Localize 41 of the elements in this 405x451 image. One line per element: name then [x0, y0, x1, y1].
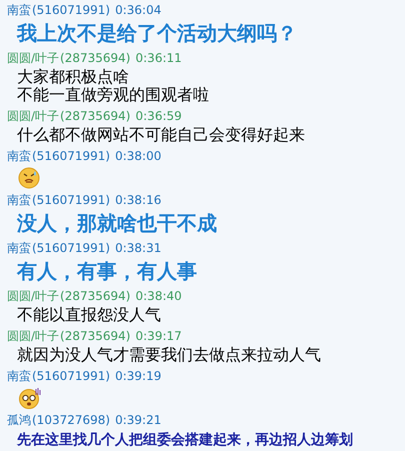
sender-name: 圆圆/叶子 [7, 288, 60, 305]
message-time: 0:39:21 [115, 412, 162, 429]
message-time: 0:39:19 [115, 368, 162, 385]
sweating-face-icon [18, 167, 40, 189]
message-text: 不能一直做旁观的围观者啦 [17, 86, 210, 104]
shocked-face-icon [18, 387, 42, 409]
sender-name: 圆圆/叶子 [7, 50, 60, 67]
sender-name: 南蛮 [7, 192, 31, 209]
message-text: 什么都不做网站不可能自己会变得好起来 [17, 126, 306, 144]
message-time: 0:36:04 [115, 2, 162, 19]
sender-name: 圆圆/叶子 [7, 328, 60, 345]
sender-name: 南蛮 [7, 148, 31, 165]
sender-name: 孤鸿 [7, 412, 31, 429]
message-text: 不能以直报怨没人气 [17, 306, 162, 324]
message-time: 0:38:16 [115, 192, 162, 209]
message-time: 0:39:17 [136, 328, 182, 345]
sender-number: (516071991) [32, 368, 110, 385]
message-text: 大家都积极点啥 [17, 68, 130, 86]
sender-number: (516071991) [32, 2, 110, 19]
message-time: 0:38:00 [115, 148, 162, 165]
sender-number: (28735694) [60, 288, 130, 305]
sender-name: 南蛮 [7, 368, 31, 385]
sender-name: 圆圆/叶子 [7, 108, 60, 125]
sender-number: (516071991) [32, 192, 110, 209]
sender-number: (103727698) [32, 412, 110, 429]
sender-number: (28735694) [60, 50, 130, 67]
message-text: 没人，那就啥也干不成 [17, 210, 218, 236]
sender-name: 南蛮 [7, 240, 31, 257]
message-time: 0:38:31 [115, 240, 162, 257]
message-time: 0:36:11 [136, 50, 182, 67]
message-text: 就因为没人气才需要我们去做点来拉动人气 [17, 346, 322, 364]
sender-name: 南蛮 [7, 2, 31, 19]
sender-number: (28735694) [60, 328, 130, 345]
sender-number: (516071991) [32, 240, 110, 257]
sender-number: (516071991) [32, 148, 110, 165]
message-text: 有人，有事，有人事 [17, 258, 198, 284]
message-time: 0:38:40 [136, 288, 182, 305]
message-text: 我上次不是给了个活动大纲吗？ [17, 20, 298, 46]
message-text: 先在这里找几个人把组委会搭建起来，再边招人边筹划 [17, 430, 354, 450]
message-time: 0:36:59 [136, 108, 182, 125]
sender-number: (28735694) [60, 108, 130, 125]
